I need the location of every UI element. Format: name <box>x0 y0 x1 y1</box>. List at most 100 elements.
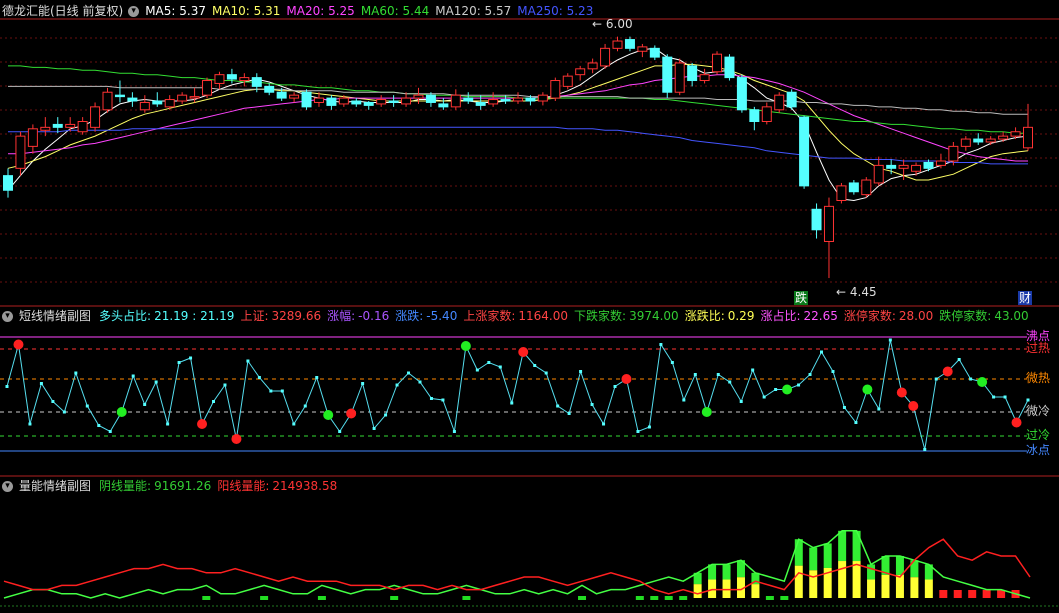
candle-body <box>363 101 374 106</box>
sentiment-point <box>728 380 732 384</box>
stat-value: 91691.26 <box>154 479 212 493</box>
stat-label: 涨幅: <box>327 309 356 323</box>
sentiment-point <box>877 407 881 411</box>
volume-bar-green <box>390 596 399 600</box>
level-label: 微冷 <box>1026 404 1051 418</box>
low-price-label: ← 4.45 <box>836 285 877 299</box>
overheat-dot <box>197 419 208 429</box>
sentiment-point <box>51 400 55 403</box>
sentiment-point <box>934 377 938 381</box>
stat-label: 涨停家数: <box>843 309 896 323</box>
collapse-icon[interactable]: ▾ <box>128 6 140 17</box>
sentiment-point <box>361 382 365 385</box>
sentiment-point <box>407 371 411 375</box>
sentiment-point <box>418 380 422 384</box>
sentiment-point <box>303 404 307 408</box>
candle-body <box>276 91 287 99</box>
stat-value: 22.65 <box>803 309 838 323</box>
candle-body <box>338 97 349 105</box>
sentiment-point <box>395 383 399 387</box>
volume-bar-green <box>852 530 861 562</box>
sentiment-point <box>613 385 617 388</box>
candle-body <box>3 175 13 191</box>
candle-body <box>811 208 822 231</box>
short-stats: 多头占比: 21.19 : 21.19 上证: 3289.66 涨幅: -0.16 涨跌: -… <box>99 309 1035 323</box>
stat-value: 3289.66 <box>271 309 322 323</box>
overcool-dot <box>977 377 988 387</box>
candle-body <box>774 94 785 111</box>
candle-body <box>289 94 300 99</box>
candle-body <box>687 65 698 82</box>
candle-body <box>562 75 573 87</box>
volume-bar-yellow <box>693 584 702 598</box>
candle-body <box>177 94 188 102</box>
ma-legend-item: MA60: 5.44 <box>360 4 430 18</box>
sentiment-point <box>992 395 996 399</box>
candle-body <box>52 123 63 128</box>
candle-body <box>226 74 237 80</box>
overheat-dot <box>896 387 907 398</box>
sentiment-point <box>831 370 835 373</box>
candle-body <box>1023 126 1033 149</box>
candle-body <box>351 100 362 105</box>
sentiment-point <box>602 422 606 426</box>
collapse-icon[interactable]: ▾ <box>2 311 13 322</box>
candle-body <box>450 94 461 108</box>
fall-marker: 跌 <box>794 291 809 305</box>
sentiment-point <box>143 403 147 406</box>
candle-body <box>674 62 685 93</box>
volume-panel-title: 量能情绪副图 <box>19 479 92 493</box>
sentiment-point <box>636 430 640 433</box>
candle-body <box>463 97 474 102</box>
level-label: 过热 <box>1026 341 1051 355</box>
sentiment-point <box>682 398 686 402</box>
stat-value: 3974.00 <box>629 309 679 323</box>
candle-body <box>525 97 536 102</box>
volume-bar-green <box>867 564 876 580</box>
volume-panel-header: ▾ 量能情绪副图 阴线量能: 91691.26 阳线量能: 214938.58 <box>2 477 349 495</box>
volume-bar-red <box>997 590 1006 598</box>
short-panel-header: ▾ 短线情绪副图 多头占比: 21.19 : 21.19 上证: 3289.66 涨幅: -0… <box>2 307 1041 325</box>
price-panel <box>3 36 1033 279</box>
sentiment-point <box>693 373 697 376</box>
candle-body <box>960 138 971 147</box>
overcool-dot <box>701 407 712 417</box>
candle-body <box>513 97 523 102</box>
stat-value: -5.40 <box>426 309 458 323</box>
volume-bar-green <box>679 596 688 600</box>
stat-label: 下跌家数: <box>574 309 627 323</box>
candle-body <box>998 135 1009 140</box>
sentiment-point <box>108 430 112 433</box>
sentiment-point <box>590 403 594 406</box>
sentiment-point <box>762 395 766 399</box>
collapse-icon[interactable]: ▾ <box>2 481 13 492</box>
sentiment-point <box>510 401 514 405</box>
volume-bar-red <box>982 590 991 598</box>
sentiment-point <box>338 430 342 433</box>
sentiment-point <box>670 361 674 364</box>
candle-body <box>836 185 847 202</box>
candle-body <box>102 91 113 111</box>
volume-bar-green <box>809 547 818 571</box>
sentiment-point <box>579 370 583 373</box>
low-price-value: 4.45 <box>849 285 877 299</box>
stock-title: 德龙汇能(日线 前复权) <box>2 4 124 18</box>
volume-bar-green <box>578 596 587 600</box>
candle-body <box>27 128 38 147</box>
candle-body <box>973 138 984 143</box>
sentiment-point <box>567 412 571 415</box>
candle-body <box>1010 131 1021 137</box>
stat-value: 1164.00 <box>518 309 569 323</box>
candle-body <box>537 94 548 102</box>
candle-body <box>164 99 175 108</box>
level-label: 冰点 <box>1026 443 1051 457</box>
sentiment-point <box>384 413 388 417</box>
sentiment-point <box>441 398 445 402</box>
stat-value: 21.19 : 21.19 <box>154 309 235 323</box>
volume-bar-yellow <box>809 570 818 598</box>
sentiment-point <box>280 389 284 393</box>
candle-body <box>612 40 623 49</box>
volume-bar-yellow <box>722 579 731 598</box>
candle-body <box>550 80 561 99</box>
candle-body <box>388 100 399 103</box>
